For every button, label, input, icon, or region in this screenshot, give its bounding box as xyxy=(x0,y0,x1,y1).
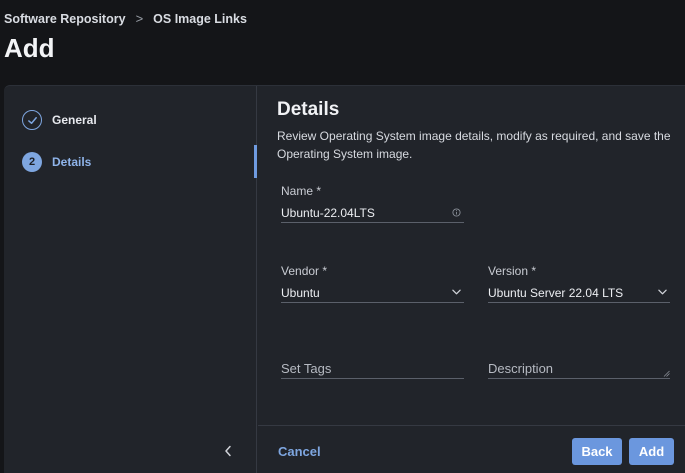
step-complete-icon xyxy=(22,110,42,130)
tags-input[interactable]: Set Tags xyxy=(281,358,464,379)
back-button[interactable]: Back xyxy=(572,438,622,465)
name-field: Name * Ubuntu-22.04LTS xyxy=(281,184,464,223)
vendor-label: Vendor * xyxy=(281,264,328,278)
vendor-select[interactable]: Ubuntu xyxy=(281,284,464,303)
tags-field: Set Tags xyxy=(281,358,464,379)
description-field: Description xyxy=(488,358,670,379)
chevron-down-icon xyxy=(657,287,667,297)
step-details-label: Details xyxy=(52,155,92,169)
collapse-sidebar-button[interactable] xyxy=(221,444,235,458)
version-select[interactable]: Ubuntu Server 22.04 LTS xyxy=(488,284,670,303)
page-title: Add xyxy=(4,33,55,63)
wizard-steps: General 2 Details xyxy=(4,86,257,473)
step-number-badge: 2 xyxy=(22,152,42,172)
chevron-left-icon xyxy=(225,445,231,457)
breadcrumb-os-image-links[interactable]: OS Image Links xyxy=(153,12,247,26)
name-label: Name * xyxy=(281,184,322,198)
wizard-card: General 2 Details Details Review Operati… xyxy=(4,85,685,473)
breadcrumb-separator: > xyxy=(135,11,144,26)
active-step-indicator xyxy=(254,145,257,178)
version-value: Ubuntu Server 22.04 LTS xyxy=(488,286,624,300)
add-button[interactable]: Add xyxy=(629,438,674,465)
description-placeholder: Description xyxy=(488,360,554,376)
info-icon[interactable] xyxy=(451,207,461,217)
details-panel: Details Review Operating System image de… xyxy=(258,86,685,473)
name-value: Ubuntu-22.04LTS xyxy=(281,206,375,220)
tags-placeholder: Set Tags xyxy=(281,360,332,376)
resize-handle-icon[interactable] xyxy=(663,370,670,377)
version-label: Version * xyxy=(488,264,537,278)
breadcrumb: Software Repository > OS Image Links xyxy=(4,11,247,26)
cancel-button[interactable]: Cancel xyxy=(278,444,321,459)
version-field: Version * Ubuntu Server 22.04 LTS xyxy=(488,264,670,303)
step-details[interactable]: 2 Details xyxy=(22,152,91,172)
vendor-field: Vendor * Ubuntu xyxy=(281,264,464,303)
step-general-label: General xyxy=(52,113,97,127)
wizard-footer: Cancel Back Add xyxy=(258,425,685,473)
name-input[interactable]: Ubuntu-22.04LTS xyxy=(281,204,464,223)
description-textarea[interactable]: Description xyxy=(488,358,670,379)
step-general[interactable]: General xyxy=(22,110,97,130)
chevron-down-icon xyxy=(451,287,461,297)
section-title: Details xyxy=(277,99,340,120)
breadcrumb-software-repository[interactable]: Software Repository xyxy=(4,12,126,26)
section-description: Review Operating System image details, m… xyxy=(277,129,671,161)
vendor-value: Ubuntu xyxy=(281,286,320,300)
